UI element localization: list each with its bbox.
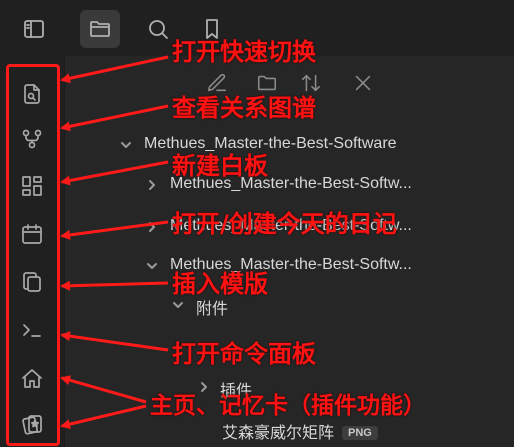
folder-icon (90, 21, 110, 37)
file-type-badge: PNG (342, 426, 378, 440)
annotation-home-flashcards: 主页、记忆卡（插件功能） (150, 393, 426, 419)
sidebar-toggle-icon (24, 20, 44, 38)
graph-view-icon (22, 129, 42, 149)
collapse-all-button[interactable] (352, 72, 376, 96)
daily-note-button[interactable] (14, 216, 50, 252)
canvas-button[interactable] (14, 168, 50, 204)
graph-view-button[interactable] (14, 121, 50, 157)
flashcard-icon (22, 415, 42, 435)
annotation-quick-switcher: 打开快速切换 (172, 38, 316, 66)
quick-switcher-button[interactable] (14, 76, 50, 112)
chevron-down-icon[interactable] (146, 259, 158, 271)
file-name: 艾森豪威尔矩阵 (222, 425, 335, 442)
terminal-icon (23, 324, 41, 337)
sidebar-toggle-button[interactable] (14, 10, 54, 48)
home-icon (22, 369, 42, 388)
left-ribbon (0, 56, 65, 447)
flashcard-button[interactable] (14, 406, 50, 442)
canvas-icon (22, 176, 42, 196)
file-explorer-tab[interactable] (80, 10, 120, 48)
quick-switcher-icon (24, 84, 40, 104)
annotation-command-palette: 打开命令面板 (172, 340, 316, 368)
collapse-all-icon (355, 75, 371, 91)
home-button[interactable] (14, 361, 50, 397)
daily-note-icon (22, 224, 42, 244)
annotation-insert-template: 插入模版 (172, 270, 268, 298)
chevron-down-icon[interactable] (172, 298, 184, 310)
command-palette-button[interactable] (14, 312, 50, 348)
annotation-graph-view: 查看关系图谱 (172, 94, 316, 122)
chevron-down-icon[interactable] (120, 138, 132, 150)
chevron-right-icon[interactable] (146, 220, 158, 232)
template-icon (23, 272, 41, 292)
annotation-new-canvas: 新建白板 (172, 152, 268, 180)
chevron-right-icon[interactable] (146, 178, 158, 190)
insert-template-button[interactable] (14, 264, 50, 300)
search-icon (149, 20, 168, 39)
annotation-daily-note: 打开/创建今天的日记 (172, 210, 397, 238)
tree-file-row[interactable]: 艾森豪威尔矩阵 PNG (222, 419, 378, 443)
